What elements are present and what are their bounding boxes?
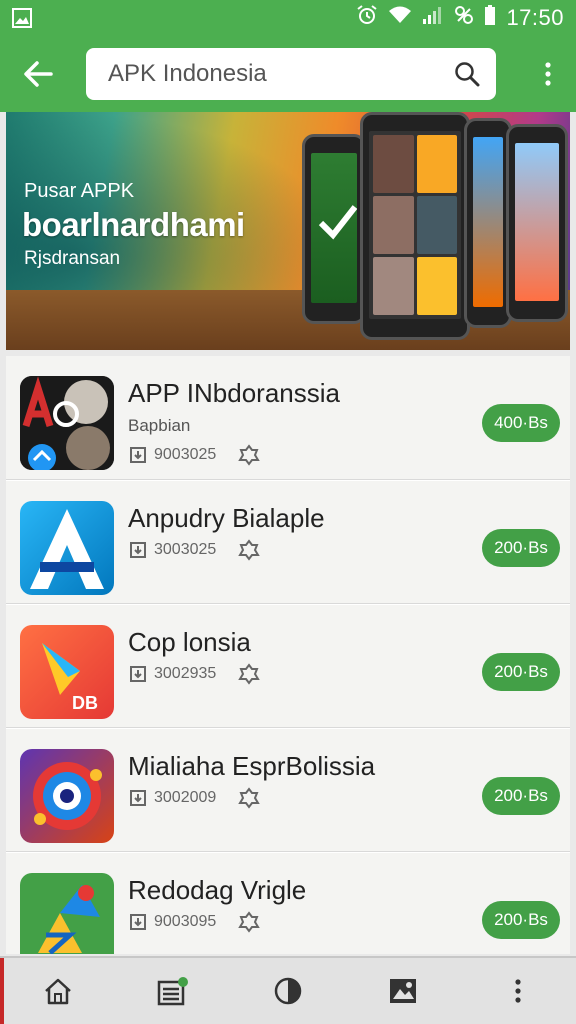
app-meta: 9003025 bbox=[128, 444, 261, 466]
app-icon bbox=[20, 501, 114, 595]
status-bar: 17:50 bbox=[0, 0, 576, 36]
battery-icon bbox=[484, 5, 496, 31]
banner-subtitle: Pusar APPK bbox=[24, 180, 135, 202]
app-list: APP INbdoranssia Bapbian 9003025 400·Bs … bbox=[6, 356, 570, 954]
list-item[interactable]: DB Cop lonsia 3002935 200·Bs bbox=[6, 604, 570, 728]
download-icon bbox=[128, 445, 148, 465]
vibrate-icon bbox=[454, 5, 474, 31]
signal-icon bbox=[422, 5, 444, 31]
phone-image-center bbox=[360, 112, 470, 340]
back-button[interactable] bbox=[16, 52, 60, 96]
more-vert-icon bbox=[545, 62, 551, 86]
app-meta: 3002009 bbox=[128, 787, 261, 809]
badge-icon bbox=[238, 444, 261, 466]
alarm-icon bbox=[356, 4, 378, 32]
clock: 17:50 bbox=[506, 5, 564, 30]
phone-image-right-2 bbox=[506, 124, 568, 322]
nav-list[interactable] bbox=[145, 963, 201, 1019]
wifi-icon bbox=[388, 5, 412, 31]
install-button[interactable]: 400·Bs bbox=[482, 404, 560, 442]
app-name: Cop lonsia bbox=[128, 627, 251, 657]
install-button[interactable]: 200·Bs bbox=[482, 901, 560, 939]
download-icon bbox=[128, 912, 148, 932]
search-query: APK Indonesia bbox=[108, 60, 267, 87]
gallery-icon bbox=[390, 979, 417, 1003]
list-item[interactable]: Mialiaha EsprBolissia 3002009 200·Bs bbox=[6, 728, 570, 852]
app-meta-value: 3002009 bbox=[154, 789, 217, 806]
home-icon bbox=[44, 978, 71, 1005]
app-icon bbox=[20, 376, 114, 470]
install-button[interactable]: 200·Bs bbox=[482, 653, 560, 691]
banner-title: boarlnardhami bbox=[22, 206, 245, 243]
app-icon bbox=[20, 873, 114, 954]
nav-theme[interactable] bbox=[260, 963, 316, 1019]
app-meta: 9003095 bbox=[128, 911, 261, 933]
download-icon bbox=[128, 540, 148, 560]
download-icon bbox=[128, 788, 148, 808]
app-meta-value: 3003025 bbox=[154, 541, 217, 558]
list-item[interactable]: Anpudry Bialaple 3003025 200·Bs bbox=[6, 480, 570, 604]
list-item[interactable]: Redodag Vrigle 9003095 200·Bs bbox=[6, 852, 570, 954]
app-meta: 3003025 bbox=[128, 539, 261, 561]
banner-caption: Rjsdransan bbox=[24, 248, 121, 269]
search-icon[interactable] bbox=[452, 59, 482, 89]
promo-banner[interactable]: Pusar APPK boarlnardhami Rjsdransan bbox=[6, 112, 570, 350]
app-meta-value: 9003025 bbox=[154, 446, 217, 463]
more-vert-icon bbox=[515, 979, 521, 1003]
half-circle-icon bbox=[274, 977, 302, 1005]
app-meta-value: 3002935 bbox=[154, 665, 217, 682]
app-icon-label: DB bbox=[72, 693, 98, 713]
more-options-button[interactable] bbox=[536, 52, 560, 96]
install-button[interactable]: 200·Bs bbox=[482, 777, 560, 815]
nav-home[interactable] bbox=[30, 963, 86, 1019]
app-name: Mialiaha EsprBolissia bbox=[128, 751, 376, 781]
badge-icon bbox=[238, 539, 261, 561]
nav-gallery[interactable] bbox=[375, 963, 431, 1019]
badge-icon bbox=[238, 663, 261, 685]
image-icon bbox=[12, 8, 36, 28]
phone-image-left bbox=[302, 134, 366, 324]
app-developer: Bapbian bbox=[128, 416, 191, 435]
app-name: Anpudry Bialaple bbox=[128, 503, 325, 533]
app-meta-value: 9003095 bbox=[154, 913, 217, 930]
phone-image-right-1 bbox=[464, 118, 512, 328]
app-icon: DB bbox=[20, 625, 114, 719]
list-icon bbox=[157, 977, 188, 1006]
install-button[interactable]: 200·Bs bbox=[482, 529, 560, 567]
app-bar: APK Indonesia bbox=[0, 36, 576, 112]
app-name: Redodag Vrigle bbox=[128, 875, 307, 905]
app-meta: 3002935 bbox=[128, 663, 261, 685]
list-item[interactable]: APP INbdoranssia Bapbian 9003025 400·Bs bbox=[6, 356, 570, 480]
app-icon bbox=[20, 749, 114, 843]
badge-icon bbox=[238, 787, 261, 809]
app-name: APP INbdoranssia bbox=[128, 378, 340, 408]
nav-more[interactable] bbox=[490, 963, 546, 1019]
back-arrow-icon bbox=[24, 61, 53, 87]
bottom-navigation bbox=[0, 956, 576, 1024]
download-icon bbox=[128, 664, 148, 684]
badge-icon bbox=[238, 911, 261, 933]
search-input[interactable]: APK Indonesia bbox=[86, 48, 496, 100]
